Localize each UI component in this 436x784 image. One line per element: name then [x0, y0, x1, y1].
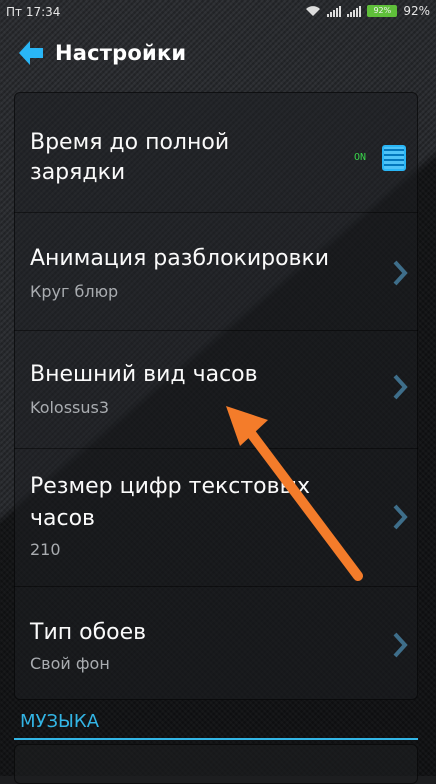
status-bar: Пт 17:34 92% 92% — [0, 0, 436, 24]
setting-title: Анимация разблокировки — [30, 246, 330, 271]
section-label: МУЗЫКА — [20, 711, 100, 732]
setting-unlock-animation[interactable]: Анимация разблокировки Круг блюр — [14, 212, 418, 331]
status-time: Пт 17:34 — [6, 5, 61, 19]
battery-percent: 92% — [403, 4, 430, 18]
signal-icon-2 — [347, 5, 362, 17]
chevron-right-icon — [393, 632, 408, 658]
page-title: Настройки — [55, 41, 187, 65]
back-arrow-icon[interactable] — [16, 38, 46, 68]
setting-subtitle: 210 — [30, 540, 61, 559]
setting-subtitle: Свой фон — [30, 654, 110, 673]
battery-icon: 92% — [367, 5, 398, 17]
setting-subtitle: Круг блюр — [30, 282, 119, 301]
checkbox-toggle[interactable] — [382, 145, 406, 171]
setting-title: Резмер цифр текстовых — [30, 474, 310, 499]
section-header-music: МУЗЫКА — [14, 708, 418, 740]
setting-title-line2: часов — [30, 506, 96, 531]
status-icons: 92% 92% — [305, 4, 430, 18]
setting-subtitle: Kolossus3 — [30, 398, 110, 417]
chevron-right-icon — [393, 504, 408, 530]
setting-title-line2: зарядки — [30, 160, 126, 185]
setting-title: Тип обоев — [30, 620, 147, 645]
setting-title: Внешний вид часов — [30, 362, 258, 387]
chevron-right-icon — [393, 260, 408, 286]
toggle-state-label: ON — [353, 152, 366, 163]
setting-title: Время до полной — [30, 130, 230, 155]
wifi-icon — [306, 6, 321, 16]
music-settings-card — [14, 744, 418, 784]
setting-wallpaper-type[interactable]: Тип обоев Свой фон — [14, 586, 418, 700]
chevron-right-icon — [393, 374, 408, 400]
setting-text-clock-size[interactable]: Резмер цифр текстовых часов 210 — [14, 448, 418, 587]
setting-charge-time[interactable]: Время до полной зарядки ON — [14, 106, 418, 213]
setting-clock-style[interactable]: Внешний вид часов Kolossus3 — [14, 330, 418, 449]
section-divider — [14, 738, 418, 740]
app-bar: Настройки — [0, 24, 436, 84]
signal-icon — [327, 5, 342, 17]
